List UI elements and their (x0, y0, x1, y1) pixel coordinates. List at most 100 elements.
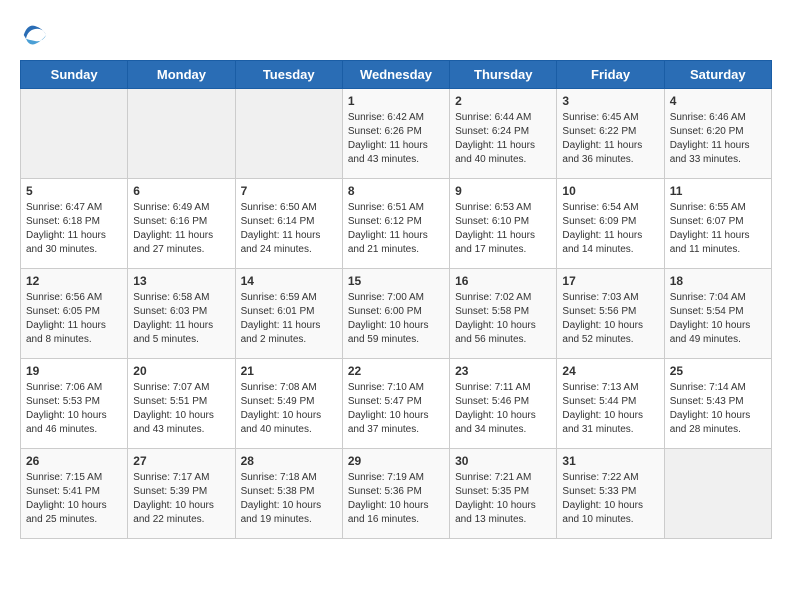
day-info: Sunrise: 6:53 AM Sunset: 6:10 PM Dayligh… (455, 201, 551, 257)
calendar-cell: 28Sunrise: 7:18 AM Sunset: 5:38 PM Dayli… (235, 449, 342, 539)
logo-icon (20, 20, 50, 50)
day-number: 11 (670, 184, 766, 198)
weekday-header: Wednesday (342, 61, 449, 89)
calendar-cell: 23 Sunrise: 7:11 AM Sunset: 5:46 PM Dayli… (450, 359, 557, 449)
calendar-cell: 6Sunrise: 6:49 AM Sunset: 6:16 PM Daylig… (128, 179, 235, 269)
day-info: Sunrise: 6:42 AM Sunset: 6:26 PM Dayligh… (348, 111, 444, 167)
calendar-cell (128, 89, 235, 179)
day-number: 10 (562, 184, 658, 198)
calendar-cell: 5 Sunrise: 6:47 AM Sunset: 6:18 PM Daylig… (21, 179, 128, 269)
day-number: 25 (670, 364, 766, 378)
calendar-week-row: 1 Sunrise: 6:42 AM Sunset: 6:26 PM Daylig… (21, 89, 772, 179)
calendar-cell: 29 Sunrise: 7:19 AM Sunset: 5:36 PM Dayli… (342, 449, 449, 539)
day-info: Sunrise: 6:56 AM Sunset: 6:05 PM Dayligh… (26, 291, 122, 347)
day-info: Sunrise: 6:44 AM Sunset: 6:24 PM Dayligh… (455, 111, 551, 167)
calendar-cell: 30Sunrise: 7:21 AM Sunset: 5:35 PM Dayli… (450, 449, 557, 539)
calendar-cell: 15 Sunrise: 7:00 AM Sunset: 6:00 PM Dayli… (342, 269, 449, 359)
calendar-cell: 17Sunrise: 7:03 AM Sunset: 5:56 PM Dayli… (557, 269, 664, 359)
calendar-cell: 3 Sunrise: 6:45 AM Sunset: 6:22 PM Daylig… (557, 89, 664, 179)
day-info: Sunrise: 6:55 AM Sunset: 6:07 PM Dayligh… (670, 201, 766, 257)
day-info: Sunrise: 7:08 AM Sunset: 5:49 PM Dayligh… (241, 381, 337, 437)
day-info: Sunrise: 7:00 AM Sunset: 6:00 PM Dayligh… (348, 291, 444, 347)
day-number: 27 (133, 454, 229, 468)
day-info: Sunrise: 7:07 AM Sunset: 5:51 PM Dayligh… (133, 381, 229, 437)
day-info: Sunrise: 6:45 AM Sunset: 6:22 PM Dayligh… (562, 111, 658, 167)
calendar-week-row: 19 Sunrise: 7:06 AM Sunset: 5:53 PM Dayli… (21, 359, 772, 449)
day-info: Sunrise: 6:59 AM Sunset: 6:01 PM Dayligh… (241, 291, 337, 347)
day-info: Sunrise: 6:46 AM Sunset: 6:20 PM Dayligh… (670, 111, 766, 167)
day-info: Sunrise: 6:51 AM Sunset: 6:12 PM Dayligh… (348, 201, 444, 257)
day-info: Sunrise: 7:19 AM Sunset: 5:36 PM Dayligh… (348, 471, 444, 527)
day-number: 4 (670, 94, 766, 108)
day-number: 29 (348, 454, 444, 468)
day-info: Sunrise: 6:58 AM Sunset: 6:03 PM Dayligh… (133, 291, 229, 347)
day-number: 5 (26, 184, 122, 198)
day-number: 24 (562, 364, 658, 378)
weekday-header: Friday (557, 61, 664, 89)
day-info: Sunrise: 7:21 AM Sunset: 5:35 PM Dayligh… (455, 471, 551, 527)
day-info: Sunrise: 7:13 AM Sunset: 5:44 PM Dayligh… (562, 381, 658, 437)
calendar-week-row: 5 Sunrise: 6:47 AM Sunset: 6:18 PM Daylig… (21, 179, 772, 269)
calendar-cell: 11 Sunrise: 6:55 AM Sunset: 6:07 PM Dayli… (664, 179, 771, 269)
calendar-cell: 4 Sunrise: 6:46 AM Sunset: 6:20 PM Daylig… (664, 89, 771, 179)
day-info: Sunrise: 7:18 AM Sunset: 5:38 PM Dayligh… (241, 471, 337, 527)
day-number: 14 (241, 274, 337, 288)
weekday-header-row: SundayMondayTuesdayWednesdayThursdayFrid… (21, 61, 772, 89)
day-number: 23 (455, 364, 551, 378)
calendar-cell: 26 Sunrise: 7:15 AM Sunset: 5:41 PM Dayli… (21, 449, 128, 539)
day-number: 21 (241, 364, 337, 378)
day-number: 13 (133, 274, 229, 288)
day-number: 20 (133, 364, 229, 378)
calendar-cell: 19 Sunrise: 7:06 AM Sunset: 5:53 PM Dayli… (21, 359, 128, 449)
calendar-cell: 13 Sunrise: 6:58 AM Sunset: 6:03 PM Dayli… (128, 269, 235, 359)
calendar-cell: 16 Sunrise: 7:02 AM Sunset: 5:58 PM Dayli… (450, 269, 557, 359)
day-number: 17 (562, 274, 658, 288)
day-number: 8 (348, 184, 444, 198)
day-info: Sunrise: 7:22 AM Sunset: 5:33 PM Dayligh… (562, 471, 658, 527)
day-number: 1 (348, 94, 444, 108)
calendar-cell: 21 Sunrise: 7:08 AM Sunset: 5:49 PM Dayli… (235, 359, 342, 449)
day-number: 3 (562, 94, 658, 108)
day-info: Sunrise: 7:02 AM Sunset: 5:58 PM Dayligh… (455, 291, 551, 347)
weekday-header: Monday (128, 61, 235, 89)
day-number: 12 (26, 274, 122, 288)
day-number: 7 (241, 184, 337, 198)
calendar-cell (235, 89, 342, 179)
calendar-cell: 20 Sunrise: 7:07 AM Sunset: 5:51 PM Dayli… (128, 359, 235, 449)
calendar-week-row: 12 Sunrise: 6:56 AM Sunset: 6:05 PM Dayli… (21, 269, 772, 359)
day-number: 19 (26, 364, 122, 378)
day-info: Sunrise: 7:17 AM Sunset: 5:39 PM Dayligh… (133, 471, 229, 527)
day-info: Sunrise: 7:14 AM Sunset: 5:43 PM Dayligh… (670, 381, 766, 437)
weekday-header: Sunday (21, 61, 128, 89)
calendar-cell: 9Sunrise: 6:53 AM Sunset: 6:10 PM Daylig… (450, 179, 557, 269)
day-info: Sunrise: 7:11 AM Sunset: 5:46 PM Dayligh… (455, 381, 551, 437)
calendar-cell (21, 89, 128, 179)
calendar-table: SundayMondayTuesdayWednesdayThursdayFrid… (20, 60, 772, 539)
day-info: Sunrise: 7:15 AM Sunset: 5:41 PM Dayligh… (26, 471, 122, 527)
day-info: Sunrise: 6:50 AM Sunset: 6:14 PM Dayligh… (241, 201, 337, 257)
calendar-cell: 7 Sunrise: 6:50 AM Sunset: 6:14 PM Daylig… (235, 179, 342, 269)
day-number: 2 (455, 94, 551, 108)
day-number: 16 (455, 274, 551, 288)
calendar-cell: 18 Sunrise: 7:04 AM Sunset: 5:54 PM Dayli… (664, 269, 771, 359)
calendar-cell: 27 Sunrise: 7:17 AM Sunset: 5:39 PM Dayli… (128, 449, 235, 539)
page-header (20, 20, 772, 50)
calendar-cell: 8 Sunrise: 6:51 AM Sunset: 6:12 PM Daylig… (342, 179, 449, 269)
day-info: Sunrise: 7:06 AM Sunset: 5:53 PM Dayligh… (26, 381, 122, 437)
day-info: Sunrise: 6:54 AM Sunset: 6:09 PM Dayligh… (562, 201, 658, 257)
day-info: Sunrise: 7:04 AM Sunset: 5:54 PM Dayligh… (670, 291, 766, 347)
day-number: 15 (348, 274, 444, 288)
logo (20, 20, 54, 50)
calendar-cell: 25 Sunrise: 7:14 AM Sunset: 5:43 PM Dayli… (664, 359, 771, 449)
calendar-cell: 24 Sunrise: 7:13 AM Sunset: 5:44 PM Dayli… (557, 359, 664, 449)
calendar-cell: 12 Sunrise: 6:56 AM Sunset: 6:05 PM Dayli… (21, 269, 128, 359)
calendar-week-row: 26 Sunrise: 7:15 AM Sunset: 5:41 PM Dayli… (21, 449, 772, 539)
calendar-cell: 14 Sunrise: 6:59 AM Sunset: 6:01 PM Dayli… (235, 269, 342, 359)
day-info: Sunrise: 7:10 AM Sunset: 5:47 PM Dayligh… (348, 381, 444, 437)
day-info: Sunrise: 6:49 AM Sunset: 6:16 PM Dayligh… (133, 201, 229, 257)
calendar-cell: 10 Sunrise: 6:54 AM Sunset: 6:09 PM Dayli… (557, 179, 664, 269)
calendar-cell: 1 Sunrise: 6:42 AM Sunset: 6:26 PM Daylig… (342, 89, 449, 179)
day-info: Sunrise: 6:47 AM Sunset: 6:18 PM Dayligh… (26, 201, 122, 257)
day-number: 26 (26, 454, 122, 468)
day-number: 18 (670, 274, 766, 288)
